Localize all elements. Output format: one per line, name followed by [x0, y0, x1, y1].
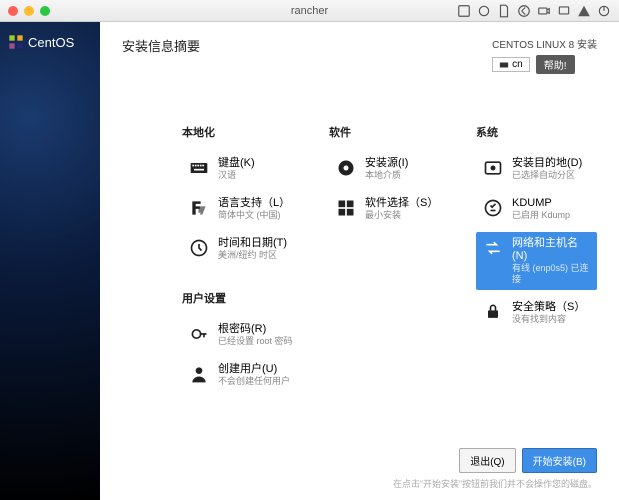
kdump-icon — [482, 197, 504, 219]
localization-column: 本地化 键盘(K)汉语 语言支持（L）简体中文 (中国) 时间和日期(T)美洲/… — [182, 124, 303, 398]
window-title: rancher — [0, 5, 619, 17]
section-heading: 系统 — [476, 124, 597, 140]
software-column: 软件 安装源(I)本地介质 软件选择（S）最小安装 — [329, 124, 450, 398]
spoke-subtitle: 没有找到内容 — [512, 314, 585, 325]
spoke-datetime[interactable]: 时间和日期(T)美洲/纽约 时区 — [182, 232, 303, 266]
spoke-subtitle: 本地介质 — [365, 170, 408, 181]
spoke-title: 安全策略（S） — [512, 301, 585, 314]
sidebar: CentOS — [0, 22, 100, 500]
help-button[interactable]: 帮助! — [536, 55, 575, 74]
spoke-software-selection[interactable]: 软件选择（S）最小安装 — [329, 192, 450, 226]
anaconda-installer: CentOS 安装信息摘要 CENTOS LINUX 8 安装 cn 帮助! 本… — [0, 22, 619, 500]
spoke-create-user[interactable]: 创建用户(U)不会创建任何用户 — [182, 358, 303, 392]
spoke-subtitle: 不会创建任何用户 — [218, 376, 290, 387]
section-heading: 用户设置 — [182, 290, 303, 306]
spoke-title: 软件选择（S） — [365, 197, 438, 210]
spoke-title: 安装源(I) — [365, 157, 408, 170]
section-heading: 软件 — [329, 124, 450, 140]
language-icon — [188, 197, 210, 219]
page-title: 安装信息摘要 — [122, 36, 200, 74]
spoke-title: 时间和日期(T) — [218, 237, 287, 250]
spoke-subtitle: 汉语 — [218, 170, 255, 181]
footer-hint: 在点击“开始安装”按钮前我们并不会操作您的磁盘。 — [393, 477, 597, 490]
spoke-title: KDUMP — [512, 197, 570, 210]
spoke-subtitle: 已启用 Kdump — [512, 210, 570, 221]
keyboard-layout-indicator[interactable]: cn — [492, 57, 530, 72]
lock-icon — [188, 323, 210, 345]
spoke-subtitle: 简体中文 (中国) — [218, 210, 290, 221]
centos-logo: CentOS — [8, 34, 92, 50]
spoke-title: 安装目的地(D) — [512, 157, 582, 170]
spoke-root-password[interactable]: 根密码(R)已经设置 root 密码 — [182, 318, 303, 352]
spoke-subtitle: 美洲/纽约 时区 — [218, 250, 287, 261]
spoke-language-support[interactable]: 语言支持（L）简体中文 (中国) — [182, 192, 303, 226]
spoke-kdump[interactable]: KDUMP已启用 Kdump — [476, 192, 597, 226]
spoke-title: 网络和主机名(N) — [512, 237, 591, 263]
main-panel: 安装信息摘要 CENTOS LINUX 8 安装 cn 帮助! 本地化 键盘( — [100, 22, 619, 500]
spoke-subtitle: 已选择自动分区 — [512, 170, 582, 181]
shield-lock-icon — [482, 301, 504, 323]
clock-icon — [188, 237, 210, 259]
quit-button[interactable]: 退出(Q) — [459, 448, 515, 473]
user-icon — [188, 363, 210, 385]
spoke-keyboard[interactable]: 键盘(K)汉语 — [182, 152, 303, 186]
spoke-install-destination[interactable]: 安装目的地(D)已选择自动分区 — [476, 152, 597, 186]
spoke-network[interactable]: 网络和主机名(N)有线 (enp0s5) 已连接 — [476, 232, 597, 290]
spoke-security-policy[interactable]: 安全策略（S）没有找到内容 — [476, 296, 597, 330]
spoke-title: 语言支持（L） — [218, 197, 290, 210]
brand-text: CentOS — [28, 35, 74, 50]
network-icon — [482, 237, 504, 259]
spoke-subtitle: 已经设置 root 密码 — [218, 336, 293, 347]
footer: 退出(Q) 开始安装(B) 在点击“开始安装”按钮前我们并不会操作您的磁盘。 — [122, 448, 597, 490]
harddrive-icon — [482, 157, 504, 179]
spoke-subtitle: 有线 (enp0s5) 已连接 — [512, 263, 591, 285]
package-icon — [335, 197, 357, 219]
macos-titlebar: rancher — [0, 0, 619, 22]
section-heading: 本地化 — [182, 124, 303, 140]
system-column: 系统 安装目的地(D)已选择自动分区 KDUMP已启用 Kdump 网络和主机名… — [476, 124, 597, 398]
product-label: CENTOS LINUX 8 安装 — [492, 36, 597, 51]
spoke-subtitle: 最小安装 — [365, 210, 438, 221]
spoke-title: 根密码(R) — [218, 323, 293, 336]
disc-icon — [335, 157, 357, 179]
spoke-install-source[interactable]: 安装源(I)本地介质 — [329, 152, 450, 186]
keyboard-icon — [188, 157, 210, 179]
layout-code: cn — [512, 59, 523, 70]
spoke-title: 创建用户(U) — [218, 363, 290, 376]
begin-install-button[interactable]: 开始安装(B) — [522, 448, 597, 473]
spoke-title: 键盘(K) — [218, 157, 255, 170]
